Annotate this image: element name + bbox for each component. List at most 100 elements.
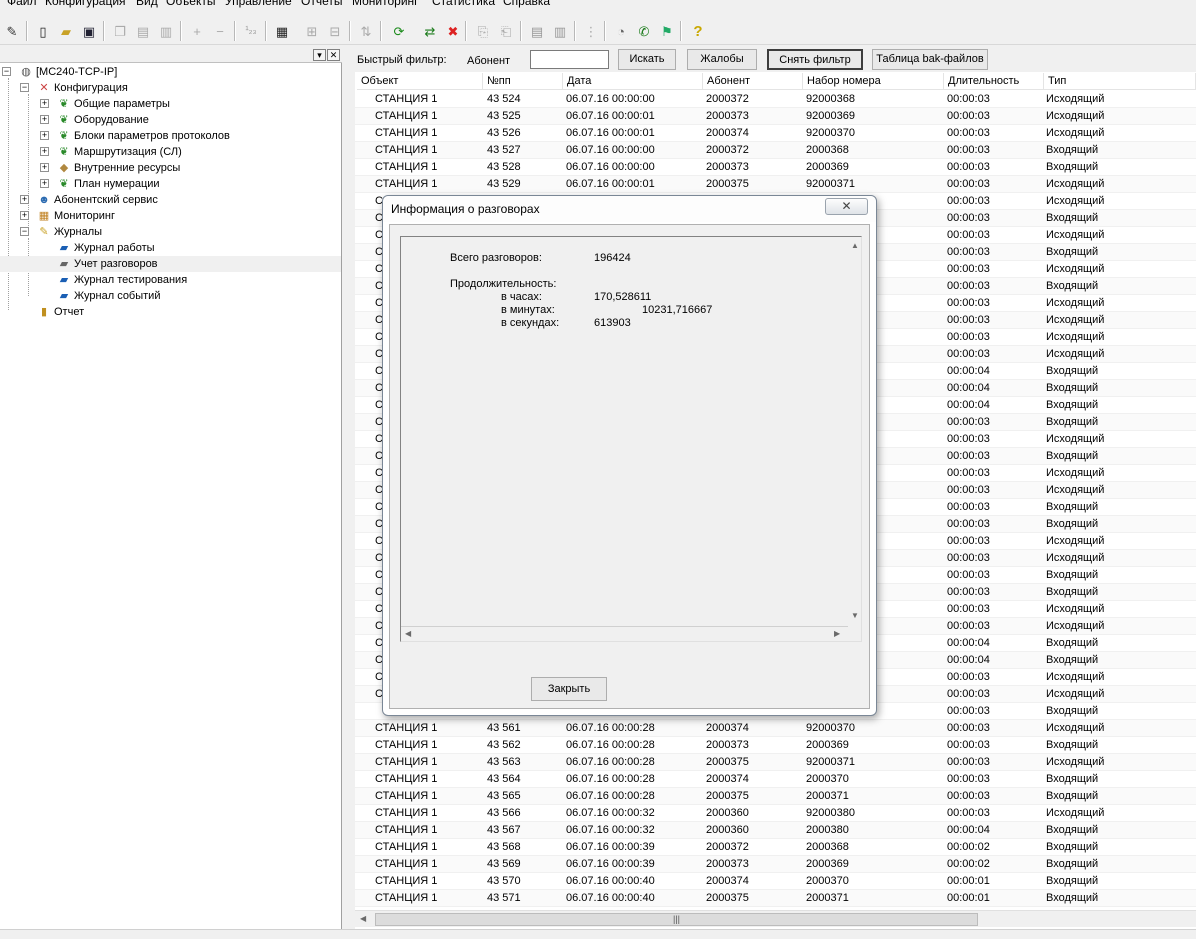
subscriber-filter-input[interactable] bbox=[530, 50, 609, 69]
expand-icon[interactable]: + bbox=[20, 211, 29, 220]
collapse-icon[interactable]: − bbox=[20, 83, 29, 92]
scroll-right-icon[interactable]: ▶ bbox=[834, 630, 840, 638]
menu-item-0[interactable]: Файл bbox=[7, 0, 37, 11]
disconnect-icon[interactable]: ✖ bbox=[443, 21, 463, 41]
column-header[interactable]: Длительность bbox=[944, 73, 1044, 90]
monitor-icon[interactable]: ⋮ bbox=[581, 21, 601, 41]
menu-item-6[interactable]: Мониторинг bbox=[352, 0, 419, 11]
column-header[interactable]: Тип bbox=[1044, 73, 1196, 90]
table-row[interactable]: СТАНЦИЯ 1 43 528 06.07.16 00:00:00 2000373 2… bbox=[355, 159, 1196, 176]
sort-icon[interactable]: ⇅ bbox=[356, 21, 376, 41]
table-row[interactable]: СТАНЦИЯ 1 43 525 06.07.16 00:00:01 2000373 9… bbox=[355, 108, 1196, 125]
table-row[interactable]: СТАНЦИЯ 1 43 568 06.07.16 00:00:39 2000372 2… bbox=[355, 839, 1196, 856]
scroll-down-icon[interactable]: ▼ bbox=[851, 612, 859, 620]
dialog-close-icon[interactable]: ✕ bbox=[825, 198, 868, 215]
tree-item-journal-3[interactable]: ▰ Журнал событий bbox=[0, 288, 341, 304]
close-button[interactable]: Закрыть bbox=[531, 677, 607, 701]
text-area-vertical-scrollbar[interactable]: ▲ ▼ bbox=[848, 237, 862, 626]
expand-icon[interactable]: + bbox=[40, 163, 49, 172]
table-row[interactable]: СТАНЦИЯ 1 43 527 06.07.16 00:00:00 2000372 2… bbox=[355, 142, 1196, 159]
menu-item-3[interactable]: Объекты bbox=[166, 0, 216, 11]
call-info-text-area[interactable]: Всего разговоров: 196424 Продолжительнос… bbox=[400, 236, 862, 642]
tree-item-configuration[interactable]: − ✕ Конфигурация bbox=[0, 80, 341, 96]
paste-icon[interactable]: ▤ bbox=[133, 21, 153, 41]
menu-item-2[interactable]: Вид bbox=[136, 0, 158, 11]
table-row[interactable]: СТАНЦИЯ 1 43 565 06.07.16 00:00:28 2000375 2… bbox=[355, 788, 1196, 805]
clock-icon[interactable]: ◔ bbox=[611, 21, 631, 41]
connect-icon[interactable]: ⇄ bbox=[420, 21, 440, 41]
tree-item-config-2[interactable]: + ❦ Блоки параметров протоколов bbox=[0, 128, 341, 144]
column-header[interactable]: Объект bbox=[357, 73, 483, 90]
table-row[interactable]: СТАНЦИЯ 1 43 561 06.07.16 00:00:28 2000374 9… bbox=[355, 720, 1196, 737]
expand-icon[interactable]: + bbox=[40, 147, 49, 156]
clear-filter-button[interactable]: Снять фильтр bbox=[767, 49, 863, 70]
expand-icon[interactable]: + bbox=[40, 99, 49, 108]
table-row[interactable]: СТАНЦИЯ 1 43 571 06.07.16 00:00:40 2000375 2… bbox=[355, 890, 1196, 907]
tree-item-subscriber-service[interactable]: + ☻ Абонентский сервис bbox=[0, 192, 341, 208]
scroll-left-icon[interactable]: ◀ bbox=[405, 630, 411, 638]
tree-item-journal-0[interactable]: ▰ Журнал работы bbox=[0, 240, 341, 256]
collapse-icon[interactable]: − bbox=[2, 67, 11, 76]
menu-item-7[interactable]: Статистика bbox=[432, 0, 495, 11]
paste-special-icon[interactable]: ▥ bbox=[156, 21, 176, 41]
tree-item-config-0[interactable]: + ❦ Общие параметры bbox=[0, 96, 341, 112]
collapse-icon[interactable]: − bbox=[20, 227, 29, 236]
tree-item-journals[interactable]: − ✎ Журналы bbox=[0, 224, 341, 240]
remove-icon[interactable]: − bbox=[210, 21, 230, 41]
column-header[interactable]: Абонент bbox=[703, 73, 803, 90]
expand-icon[interactable]: + bbox=[40, 179, 49, 188]
scrollbar-thumb[interactable]: ||| bbox=[375, 913, 978, 926]
refresh-icon[interactable]: ⟳ bbox=[389, 21, 409, 41]
tree-item-config-5[interactable]: + ❦ План нумерации bbox=[0, 176, 341, 192]
tree-item-monitoring[interactable]: + ▦ Мониторинг bbox=[0, 208, 341, 224]
scroll-left-icon[interactable]: ◀ bbox=[360, 915, 366, 923]
tree-item-config-4[interactable]: + ◆ Внутренние ресурсы bbox=[0, 160, 341, 176]
table-row[interactable]: СТАНЦИЯ 1 43 526 06.07.16 00:00:01 2000374 9… bbox=[355, 125, 1196, 142]
text-area-horizontal-scrollbar[interactable]: ◀ ▶ bbox=[401, 626, 848, 641]
table-row[interactable]: СТАНЦИЯ 1 43 569 06.07.16 00:00:39 2000373 2… bbox=[355, 856, 1196, 873]
properties-icon[interactable]: ▦ bbox=[272, 21, 292, 41]
phone-icon[interactable]: ✆ bbox=[634, 21, 654, 41]
print-icon[interactable]: ▤ bbox=[527, 21, 547, 41]
bak-files-table-button[interactable]: Таблица bak-файлов bbox=[872, 49, 988, 70]
complaints-button[interactable]: Жалобы bbox=[687, 49, 757, 70]
help-icon[interactable]: ? bbox=[688, 21, 708, 41]
table-row[interactable]: СТАНЦИЯ 1 43 563 06.07.16 00:00:28 2000375 9… bbox=[355, 754, 1196, 771]
panel-close-icon[interactable]: ✕ bbox=[327, 49, 340, 61]
numbering-icon[interactable]: ¹₂₃ bbox=[241, 21, 261, 41]
column-header[interactable]: Набор номера bbox=[803, 73, 944, 90]
menu-item-8[interactable]: Справка bbox=[503, 0, 550, 11]
save-icon[interactable]: ▣ bbox=[79, 21, 99, 41]
open-folder-icon[interactable]: ▰ bbox=[56, 21, 76, 41]
table-row[interactable]: СТАНЦИЯ 1 43 524 06.07.16 00:00:00 2000372 9… bbox=[355, 91, 1196, 108]
new-file-icon[interactable]: ▯ bbox=[33, 21, 53, 41]
import-icon[interactable]: ⎗ bbox=[496, 21, 516, 41]
add-icon[interactable]: + bbox=[187, 21, 207, 41]
tree-item-config-1[interactable]: + ❦ Оборудование bbox=[0, 112, 341, 128]
settings-wand-icon[interactable]: ✎ bbox=[2, 21, 22, 41]
panel-pin-icon[interactable]: ▾ bbox=[313, 49, 326, 61]
tree-item-config-3[interactable]: + ❦ Маршрутизация (СЛ) bbox=[0, 144, 341, 160]
table-row[interactable]: СТАНЦИЯ 1 43 570 06.07.16 00:00:40 2000374 2… bbox=[355, 873, 1196, 890]
column-header[interactable]: №пп bbox=[483, 73, 563, 90]
menu-item-5[interactable]: Отчеты bbox=[301, 0, 342, 11]
expand-icon[interactable]: + bbox=[40, 131, 49, 140]
export-icon[interactable]: ⎘ bbox=[473, 21, 493, 41]
tree-item-root[interactable]: − ◍ [MC240-TCP-IP] bbox=[0, 64, 341, 80]
copy-icon[interactable]: ❐ bbox=[110, 21, 130, 41]
expand-icon[interactable]: + bbox=[40, 115, 49, 124]
tree-item-journal-2[interactable]: ▰ Журнал тестирования bbox=[0, 272, 341, 288]
table-row[interactable]: СТАНЦИЯ 1 43 562 06.07.16 00:00:28 2000373 2… bbox=[355, 737, 1196, 754]
tree-item-journal-1[interactable]: ▰ Учет разговоров bbox=[0, 256, 341, 272]
status-icon[interactable]: ⚑ bbox=[657, 21, 677, 41]
table-row[interactable]: СТАНЦИЯ 1 43 564 06.07.16 00:00:28 2000374 2… bbox=[355, 771, 1196, 788]
table-horizontal-scrollbar[interactable]: ◀ ||| bbox=[355, 910, 1196, 927]
menu-item-1[interactable]: Конфигурация bbox=[45, 0, 126, 11]
print-preview-icon[interactable]: ▥ bbox=[550, 21, 570, 41]
menu-item-4[interactable]: Управление bbox=[225, 0, 292, 11]
tree-item-report[interactable]: ▮ Отчет bbox=[0, 304, 341, 320]
table-row[interactable]: СТАНЦИЯ 1 43 529 06.07.16 00:00:01 2000375 9… bbox=[355, 176, 1196, 193]
expand-icon[interactable]: + bbox=[20, 195, 29, 204]
compare-icon[interactable]: ⊞ bbox=[302, 21, 322, 41]
table-row[interactable]: СТАНЦИЯ 1 43 566 06.07.16 00:00:32 2000360 9… bbox=[355, 805, 1196, 822]
